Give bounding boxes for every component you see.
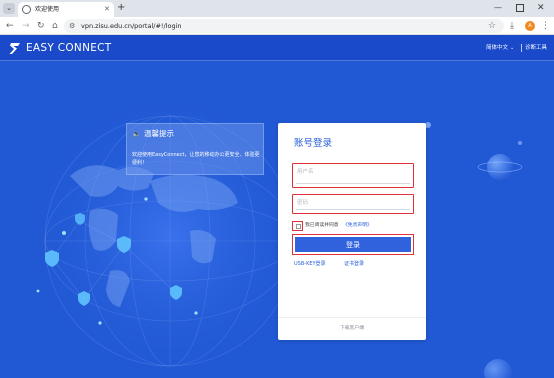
notice-card: 🔈 温馨提示 欢迎使用EasyConnect，让您的移动办公更安全、体验更便利！	[126, 123, 264, 175]
agreement-row: 我已阅读并同意 《免责声明》	[292, 221, 422, 231]
site-info-icon[interactable]: ⚙	[69, 22, 77, 30]
notice-text: 欢迎使用EasyConnect，让您的移动办公更安全、体验更便利！	[132, 152, 260, 166]
background-illustration	[20, 86, 523, 378]
notice-title: 温馨提示	[144, 129, 174, 138]
login-card: 账号登录 我已阅读并同意 《免责声明》 登录 USB-KEY登录 证书登录 下载…	[278, 123, 426, 340]
header-divider	[521, 44, 522, 52]
back-icon[interactable]: ←	[6, 20, 14, 32]
agreement-label: 我已阅读并同意	[305, 223, 339, 228]
password-field-highlight	[292, 194, 414, 214]
new-tab-button[interactable]: +	[117, 2, 125, 14]
password-field-wrapper	[296, 198, 410, 210]
diagnostic-tools-link[interactable]: 诊断工具	[525, 44, 547, 52]
download-client-link[interactable]: 下载客户端	[278, 325, 426, 333]
window-close-icon[interactable]: ✕	[537, 2, 545, 14]
browser-toolbar: ← → ↻ ⌂ ⚙ vpn.zisu.edu.cn/portal/#!/logi…	[0, 17, 554, 35]
minimize-icon[interactable]: —	[494, 2, 502, 14]
address-url[interactable]: vpn.zisu.edu.cn/portal/#!/login	[81, 21, 182, 31]
kebab-menu-icon[interactable]: ⋮	[541, 20, 550, 32]
globe-icon	[22, 5, 31, 14]
agreement-checkbox[interactable]	[296, 224, 301, 229]
certificate-login-link[interactable]: 证书登录	[344, 260, 364, 268]
address-bar[interactable]: ⚙ vpn.zisu.edu.cn/portal/#!/login ☆	[64, 19, 504, 33]
chevron-down-icon: ⌄	[510, 45, 515, 51]
avatar[interactable]: A	[525, 21, 535, 31]
login-button-highlight: 登录	[292, 234, 414, 255]
username-field-wrapper	[296, 167, 410, 184]
forward-icon[interactable]: →	[22, 20, 30, 32]
username-field-highlight	[292, 163, 414, 188]
disclaimer-link[interactable]: 《免责声明》	[343, 222, 372, 230]
reload-icon[interactable]: ↻	[37, 20, 45, 32]
language-label: 简体中文	[486, 45, 509, 51]
vpn-login-page: EASY CONNECT 简体中文 ⌄ 诊断工具 🔈 温馨提示 欢迎使用Easy…	[0, 35, 554, 378]
maximize-icon[interactable]	[516, 4, 524, 12]
download-icon[interactable]: ⤓	[510, 20, 514, 32]
login-title: 账号登录	[294, 138, 333, 149]
home-icon[interactable]: ⌂	[52, 20, 58, 32]
password-input[interactable]	[296, 198, 410, 208]
star-icon[interactable]: ☆	[488, 20, 496, 32]
close-icon[interactable]: ✕	[104, 5, 110, 14]
browser-tab[interactable]: 欢迎使用 ✕	[18, 2, 114, 17]
tab-menu-icon[interactable]: ⌄	[3, 3, 15, 14]
username-input[interactable]	[296, 167, 410, 177]
speaker-icon: 🔈	[132, 130, 141, 138]
language-selector[interactable]: 简体中文 ⌄	[486, 44, 514, 52]
browser-tab-strip: ⌄ 欢迎使用 ✕ + — ✕	[0, 0, 554, 17]
tab-title: 欢迎使用	[35, 6, 60, 13]
easyconnect-logo-icon	[9, 43, 20, 54]
page-header: EASY CONNECT 简体中文 ⌄ 诊断工具	[0, 35, 554, 61]
agreement-checkbox-highlight	[292, 221, 303, 231]
card-divider	[278, 317, 426, 318]
brand-name: EASY CONNECT	[26, 42, 112, 54]
login-button[interactable]: 登录	[295, 237, 411, 252]
usb-key-login-link[interactable]: USB-KEY登录	[294, 260, 326, 268]
